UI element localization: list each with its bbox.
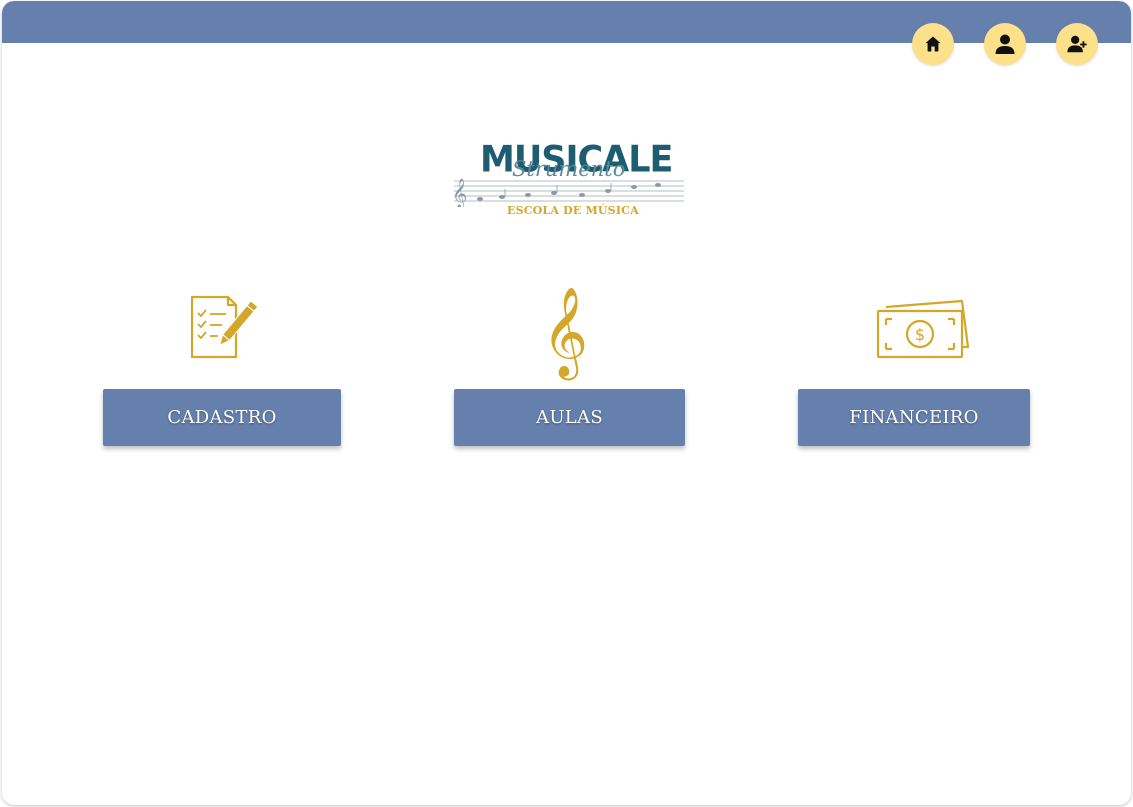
profile-button[interactable] bbox=[984, 23, 1026, 65]
home-icon bbox=[925, 36, 941, 52]
svg-text:𝄞: 𝄞 bbox=[452, 178, 467, 207]
treble-clef-icon: 𝄞 bbox=[542, 287, 589, 377]
financeiro-label: FINANCEIRO bbox=[849, 407, 979, 428]
app-window: 𝄞 MUSICALE Strumento ESCOLA DE MÚSICA 𝄞 … bbox=[2, 1, 1131, 805]
user-plus-icon bbox=[1067, 35, 1087, 53]
aulas-label: AULAS bbox=[536, 407, 603, 428]
add-user-button[interactable] bbox=[1056, 23, 1098, 65]
music-staff-graphic: 𝄞 bbox=[452, 178, 684, 207]
financeiro-button[interactable]: FINANCEIRO bbox=[798, 389, 1030, 446]
aulas-button[interactable]: AULAS bbox=[454, 389, 685, 446]
user-icon bbox=[995, 34, 1015, 54]
top-bar bbox=[2, 1, 1131, 43]
cadastro-button[interactable]: CADASTRO bbox=[103, 389, 341, 446]
cadastro-label: CADASTRO bbox=[167, 407, 277, 428]
checklist-pencil-icon bbox=[190, 295, 258, 359]
logo-script: Strumento bbox=[512, 157, 626, 181]
money-icon: $ bbox=[876, 299, 970, 359]
svg-text:$: $ bbox=[915, 325, 925, 344]
logo-subtitle: ESCOLA DE MÚSICA bbox=[507, 204, 639, 217]
school-logo: 𝄞 MUSICALE Strumento ESCOLA DE MÚSICA bbox=[450, 139, 686, 223]
home-button[interactable] bbox=[912, 23, 954, 65]
